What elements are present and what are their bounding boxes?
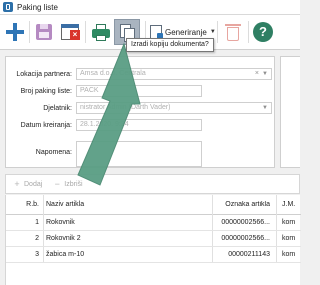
copy-tooltip: Izradi kopiju dokumenta? — [126, 38, 214, 52]
